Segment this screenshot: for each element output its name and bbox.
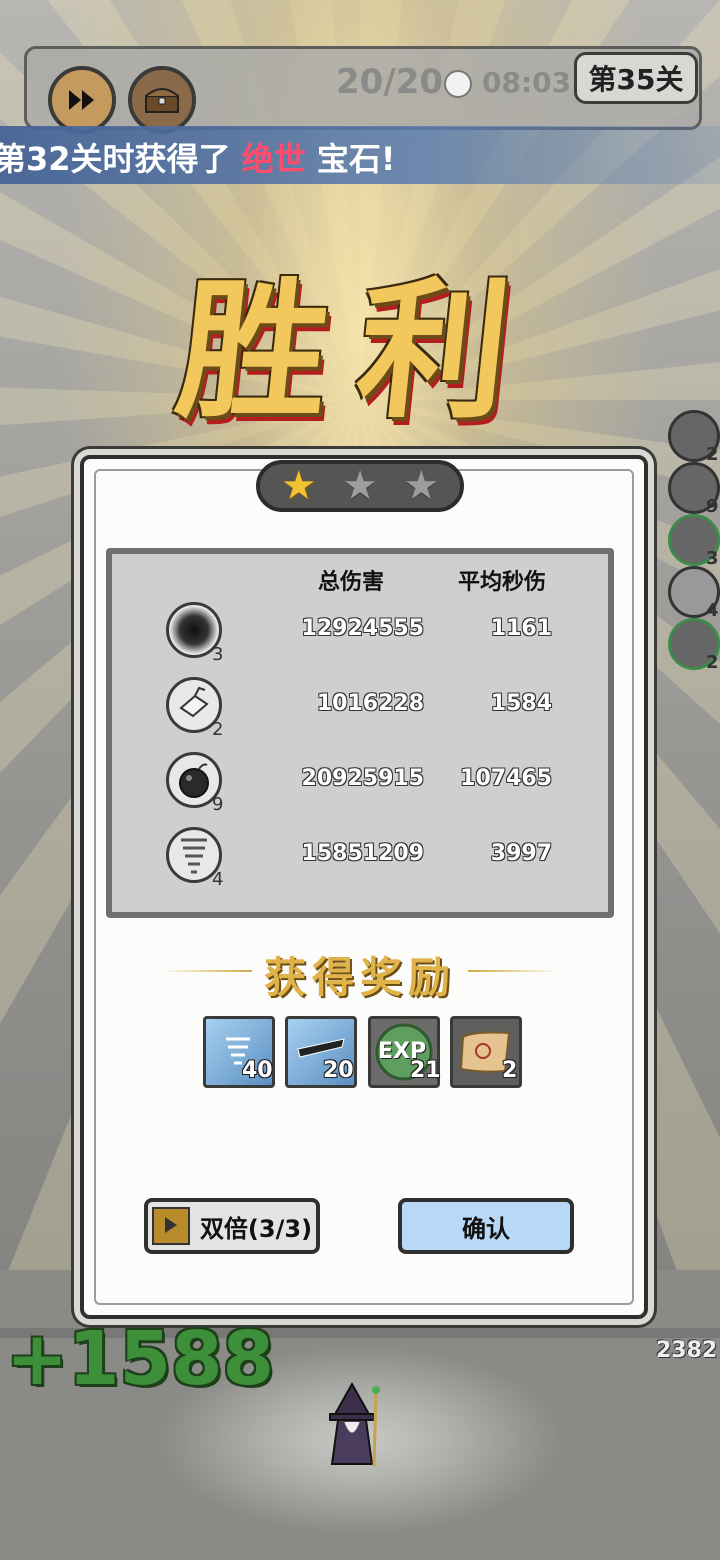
confirm-button[interactable]: 确认 — [398, 1198, 574, 1254]
reward-title: 获得奖励 — [263, 953, 456, 1002]
average-dps-value: 1584 — [490, 691, 552, 716]
sidebar-slot-level: 2 — [706, 652, 719, 673]
star-rating: ★ ★ ★ — [256, 460, 464, 512]
skill-level: 2 — [212, 719, 224, 740]
victory-title: 胜利 — [169, 263, 548, 439]
reward-quantity: 20 — [323, 1058, 354, 1083]
total-damage-value: 12924555 — [301, 616, 424, 641]
sidebar-slot-level: 2 — [706, 444, 719, 465]
fast-forward-icon[interactable] — [48, 66, 116, 134]
skill-level: 9 — [212, 794, 224, 815]
average-dps-value: 1161 — [490, 616, 552, 641]
sidebar-slot-level: 9 — [706, 496, 719, 517]
announcement-text: 第32关时获得了 绝世 宝石! — [0, 134, 395, 180]
star-icon-filled: ★ — [280, 463, 317, 509]
wave-counter: 20/20 — [336, 62, 444, 102]
average-dps-value: 107465 — [460, 766, 552, 791]
confirm-label: 确认 — [462, 1214, 510, 1243]
double-reward-button[interactable]: 双倍(3/3) — [144, 1198, 320, 1254]
announcement-suffix: 宝石! — [316, 140, 396, 178]
video-ad-icon — [151, 1207, 190, 1245]
column-header-average-dps: 平均秒伤 — [458, 570, 547, 595]
skill-level: 3 — [212, 644, 224, 665]
announcement-highlight: 绝世 — [241, 140, 306, 178]
gold-gain: +1588 — [6, 1316, 274, 1402]
reward-quantity: 40 — [242, 1058, 273, 1083]
clock-icon — [444, 70, 472, 98]
sidebar-slot-level: 3 — [706, 548, 719, 569]
total-damage-value: 15851209 — [301, 841, 424, 866]
sidebar-slot-level: 4 — [706, 600, 719, 621]
level-indicator: 第35关 — [574, 52, 698, 104]
star-icon-empty: ★ — [403, 463, 440, 509]
double-reward-label: 双倍(3/3) — [199, 1214, 313, 1243]
elapsed-time: 08:03 — [482, 66, 572, 99]
total-damage-value: 20925915 — [301, 766, 424, 791]
total-damage-value: 1016228 — [316, 691, 424, 716]
announcement-prefix: 第32关时获得了 — [0, 140, 231, 178]
wizard-character — [329, 1381, 380, 1467]
reward-quantity: 21 — [410, 1058, 441, 1083]
reward-quantity: 2 — [502, 1058, 518, 1083]
skill-level: 4 — [212, 869, 224, 890]
average-dps-value: 3997 — [490, 841, 552, 866]
hp-value: 2382 — [656, 1338, 718, 1363]
treasure-chest-icon[interactable] — [128, 66, 196, 134]
star-icon-empty: ★ — [342, 463, 378, 509]
column-header-total-damage: 总伤害 — [318, 570, 385, 595]
